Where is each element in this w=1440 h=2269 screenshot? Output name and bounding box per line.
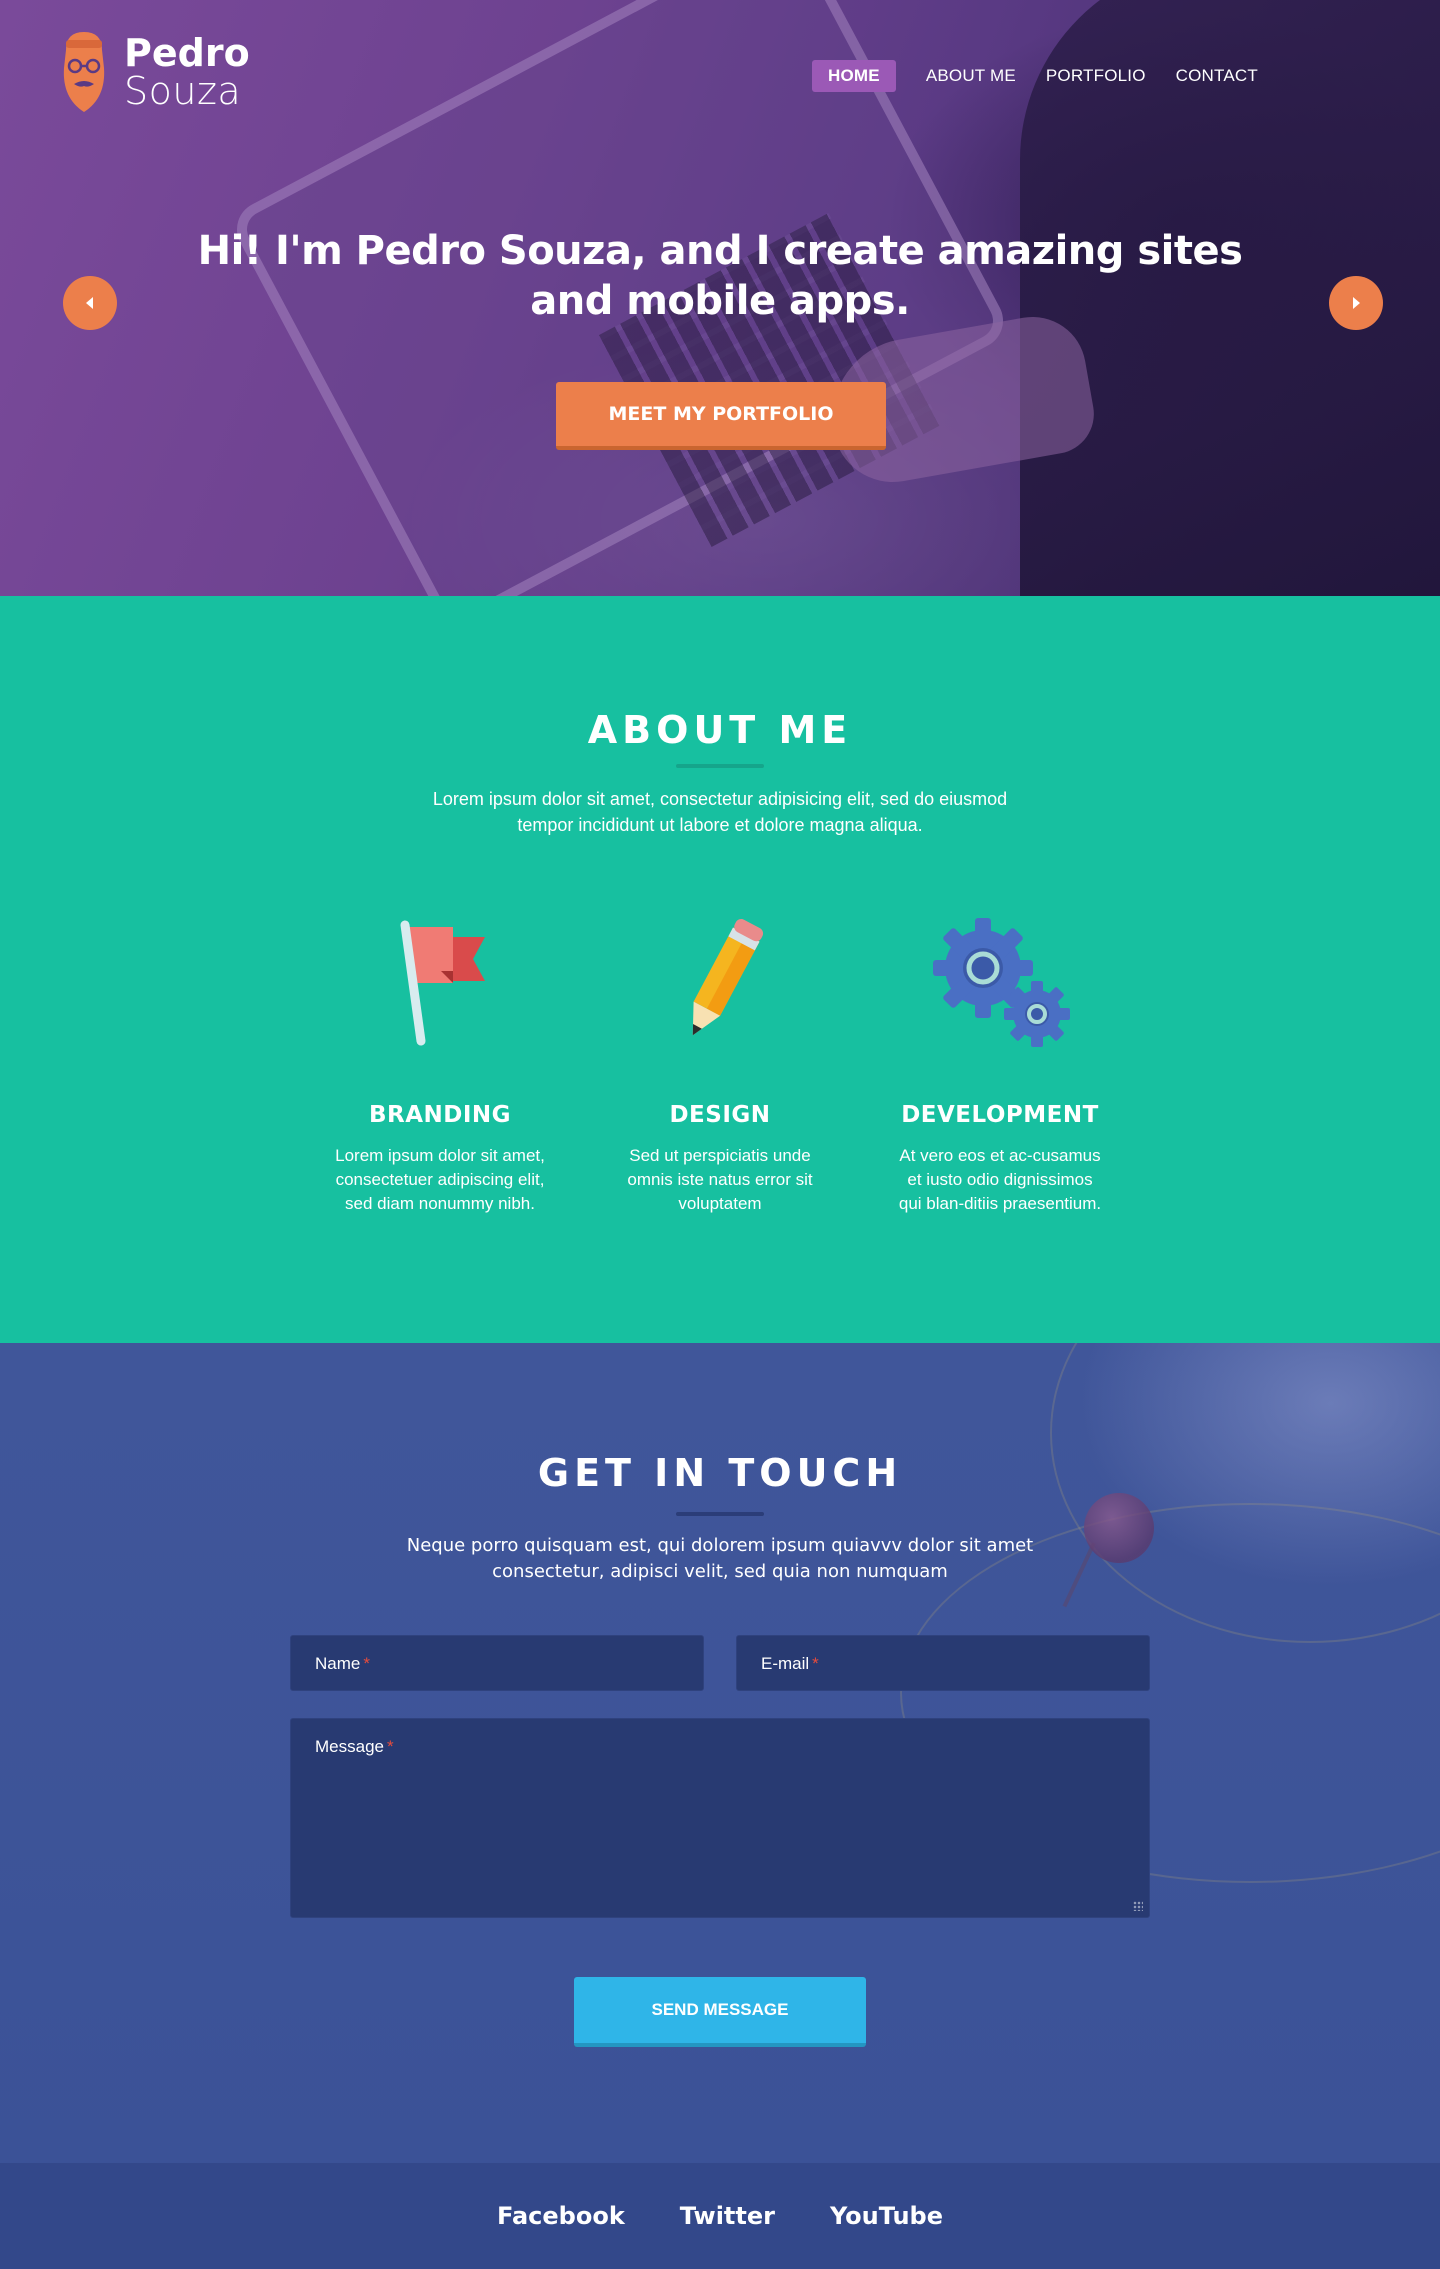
hero-section: Pedro Souza HOME ABOUT ME PORTFOLIO CONT… [0, 0, 1440, 596]
brand-last-name: Souza [124, 69, 242, 113]
brand-name: Pedro Souza [124, 34, 250, 110]
nav-item-about-me[interactable]: ABOUT ME [926, 66, 1016, 86]
required-marker: * [386, 1737, 394, 1756]
nav-item-home[interactable]: HOME [812, 60, 896, 92]
contact-section: GET IN TOUCH Neque porro quisquam est, q… [0, 1343, 1440, 2163]
meet-portfolio-button[interactable]: MEET MY PORTFOLIO [556, 382, 886, 450]
slider-prev-button[interactable] [63, 276, 117, 330]
feature-text: Sed ut perspiciatis unde omnis iste natu… [627, 1146, 813, 1213]
chevron-right-icon [1353, 297, 1360, 309]
name-field-placeholder: Name [315, 1654, 361, 1673]
required-marker: * [363, 1654, 370, 1673]
feature-title: DESIGN [669, 1102, 771, 1128]
about-description: Lorem ipsum dolor sit amet, consectetur … [432, 789, 1008, 835]
footer-link-youtube[interactable]: YouTube [830, 2202, 943, 2230]
about-title: ABOUT ME [587, 708, 853, 752]
footer-link-facebook[interactable]: Facebook [497, 2202, 625, 2230]
footer: Facebook Twitter YouTube [0, 2163, 1440, 2269]
feature-design: DESIGN Sed ut perspiciatis unde omnis is… [600, 914, 840, 1216]
gears-icon [933, 918, 1070, 1047]
feature-title: BRANDING [368, 1102, 512, 1128]
bearded-man-logo-icon [63, 32, 105, 112]
chevron-left-icon [86, 297, 93, 309]
map-pin-icon [1084, 1493, 1154, 1563]
feature-development: DEVELOPMENT At vero eos et ac-cusamus et… [880, 914, 1120, 1216]
footer-link-twitter[interactable]: Twitter [680, 2202, 775, 2230]
brand-logo[interactable]: Pedro Souza [58, 28, 250, 116]
email-field[interactable]: E-mail * [736, 1635, 1150, 1691]
email-field-placeholder: E-mail [761, 1654, 810, 1673]
hero-title: Hi! I'm Pedro Souza, and I create amazin… [197, 228, 1243, 324]
brand-first-name: Pedro [124, 31, 250, 75]
feature-title: DEVELOPMENT [901, 1102, 1099, 1128]
contact-title-underline [676, 1512, 764, 1516]
about-section: ABOUT ME Lorem ipsum dolor sit amet, con… [0, 596, 1440, 1343]
feature-branding: BRANDING Lorem ipsum dolor sit amet, con… [320, 914, 560, 1216]
feature-text: Lorem ipsum dolor sit amet, consectetuer… [335, 1146, 545, 1213]
about-title-underline [676, 764, 764, 768]
slider-next-button[interactable] [1329, 276, 1383, 330]
pencil-icon [692, 919, 764, 1036]
flag-icon [400, 920, 485, 1046]
required-marker: * [812, 1654, 819, 1673]
nav-item-portfolio[interactable]: PORTFOLIO [1046, 66, 1146, 86]
message-field[interactable]: Message * [290, 1718, 1150, 1918]
send-message-button[interactable]: SEND MESSAGE [574, 1977, 866, 2047]
textarea-resize-handle[interactable] [1133, 1901, 1143, 1911]
nav-item-contact[interactable]: CONTACT [1176, 66, 1258, 86]
contact-title: GET IN TOUCH [537, 1451, 903, 1495]
main-nav: HOME ABOUT ME PORTFOLIO CONTACT [812, 60, 1258, 92]
message-field-placeholder: Message [315, 1737, 384, 1756]
feature-text: At vero eos et ac-cusamus et iusto odio … [898, 1146, 1102, 1213]
contact-description: Neque porro quisquam est, qui dolorem ip… [406, 1535, 1034, 1582]
name-field[interactable]: Name * [290, 1635, 704, 1691]
